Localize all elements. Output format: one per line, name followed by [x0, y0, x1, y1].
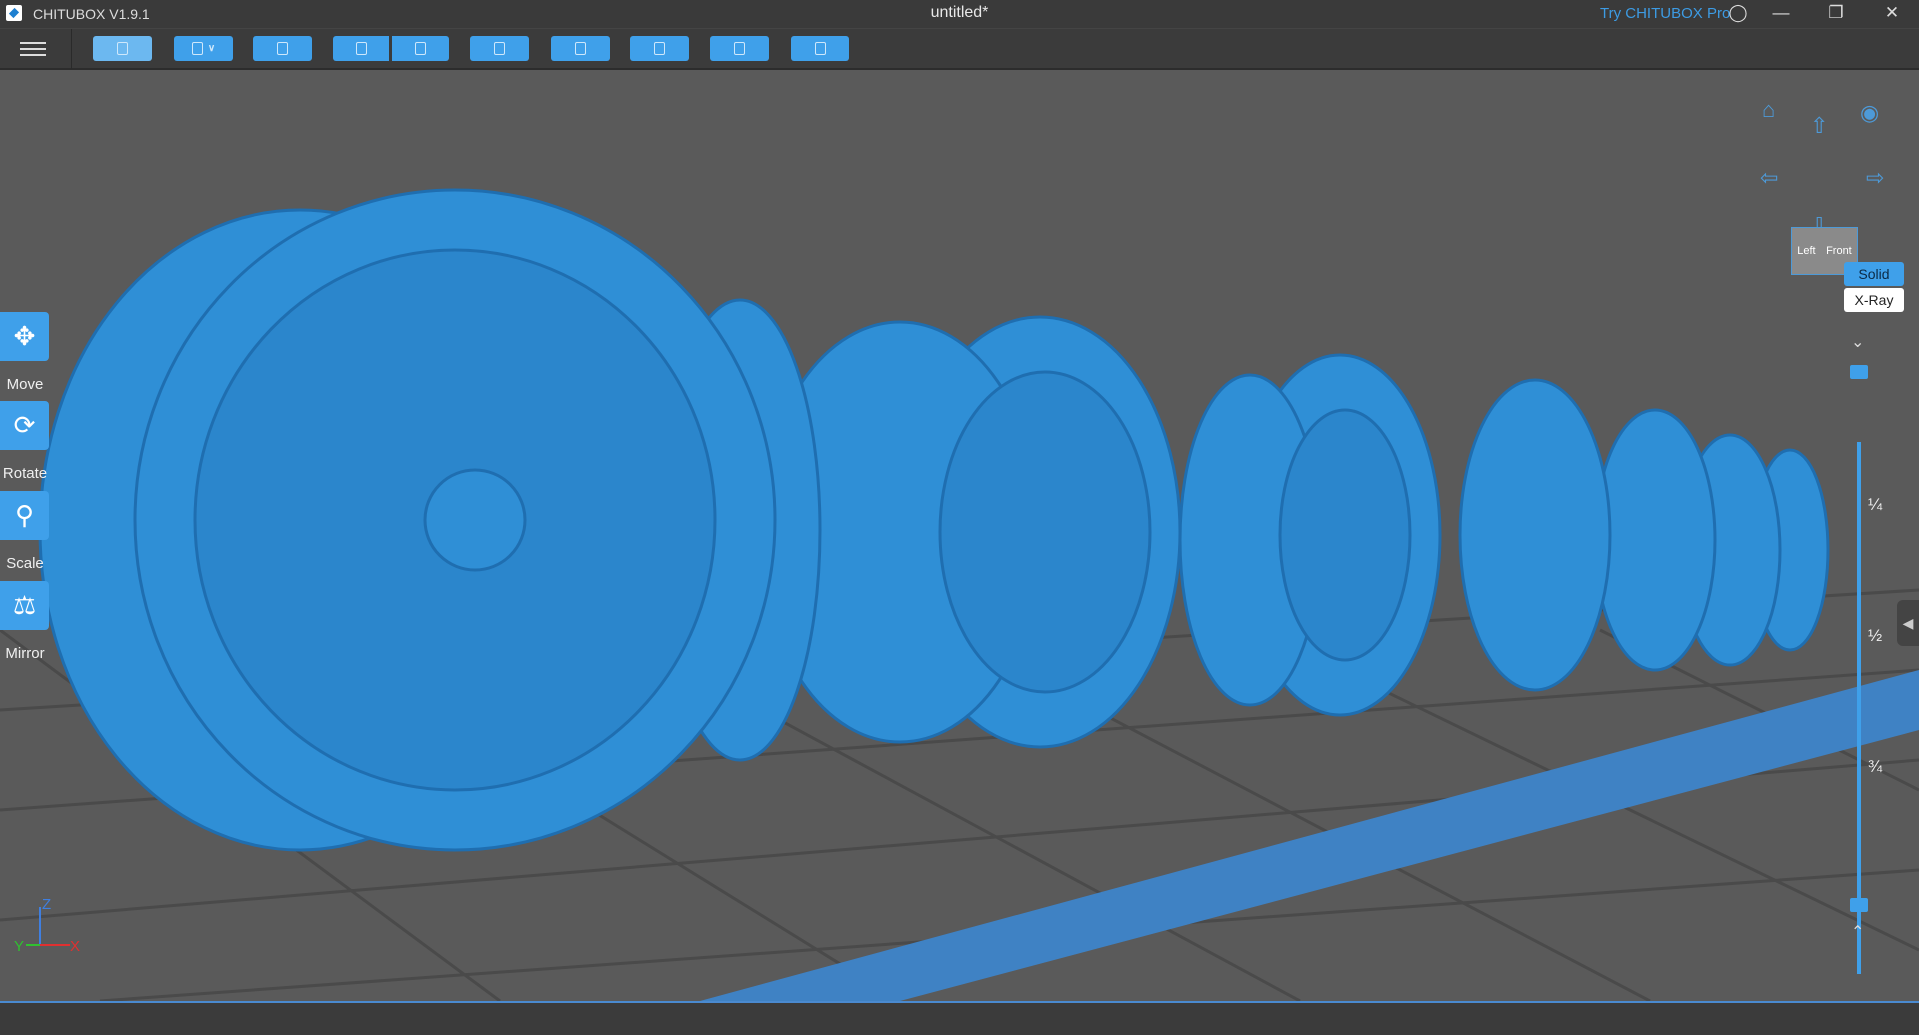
right-view-arrow-icon[interactable]: ⇨: [1866, 165, 1884, 191]
view-cube-front: Front: [1826, 245, 1852, 257]
toolbar: ∨: [0, 28, 1919, 70]
app-logo-icon: [6, 5, 22, 21]
wheel-models: [38, 188, 1830, 852]
top-view-arrow-icon[interactable]: ⇧: [1810, 113, 1828, 139]
side-panel-toggle[interactable]: ◀: [1897, 600, 1919, 646]
scale-icon: ⚲: [0, 491, 49, 540]
slider-mark-three-quarter: ¾: [1868, 757, 1883, 776]
redo-button[interactable]: [392, 36, 449, 61]
status-bar: [0, 1001, 1919, 1035]
eye-icon[interactable]: ◉: [1860, 100, 1879, 126]
layer-slider-bottom-handle[interactable]: [1850, 898, 1868, 912]
user-icon[interactable]: ◯: [1718, 0, 1758, 28]
slice-button[interactable]: [710, 36, 769, 61]
home-view-icon[interactable]: ⌂: [1762, 97, 1775, 123]
view-cube-left: Left: [1797, 245, 1816, 257]
rotate-icon: ⟳: [0, 401, 49, 450]
left-view-arrow-icon[interactable]: ⇦: [1760, 165, 1778, 191]
hollow-button[interactable]: [551, 36, 610, 61]
minimize-button[interactable]: —: [1761, 0, 1801, 28]
move-tool[interactable]: ✥ Move: [0, 312, 50, 393]
mirror-label: Mirror: [5, 645, 45, 662]
layer-slider-track[interactable]: [1857, 442, 1861, 974]
slider-mark-half: ½: [1868, 626, 1883, 645]
export-button[interactable]: [791, 36, 849, 61]
axis-y-label: Y: [14, 938, 24, 955]
mirror-icon: ⚖: [0, 581, 49, 630]
axis-z-label: Z: [42, 896, 51, 913]
scale-tool[interactable]: ⚲ Scale: [0, 491, 50, 572]
scene: [0, 188, 1919, 1001]
solid-mode-button[interactable]: Solid: [1844, 262, 1904, 286]
axis-indicator: Z Y X: [14, 896, 80, 955]
open-file-button[interactable]: [93, 36, 152, 61]
rotate-label: Rotate: [2, 465, 48, 482]
slider-down-chevron-icon[interactable]: ⌄: [1851, 332, 1864, 352]
3d-viewport[interactable]: ✥ Move ⟳ Rotate ⚲ Scale ⚖ Mirror ⌂ ⇧ ◉ ⇦ ⇨ ⇩…: [0, 70, 1919, 1001]
move-icon: ✥: [0, 312, 49, 361]
title-bar: CHITUBOX V1.9.1 untitled* Try CHITUBOX P…: [0, 0, 1919, 28]
close-button[interactable]: ✕: [1872, 0, 1912, 28]
xray-mode-button[interactable]: X-Ray: [1844, 288, 1904, 312]
try-pro-link[interactable]: Try CHITUBOX Pro: [1600, 5, 1730, 22]
restore-button[interactable]: ❐: [1816, 0, 1856, 28]
undo-button[interactable]: [333, 36, 389, 61]
save-button[interactable]: ∨: [174, 36, 233, 61]
scale-label: Scale: [6, 555, 44, 572]
slider-up-chevron-icon[interactable]: ⌃: [1851, 922, 1864, 942]
move-label: Move: [6, 376, 44, 393]
rotate-tool[interactable]: ⟳ Rotate: [0, 401, 50, 482]
menu-icon[interactable]: [20, 38, 46, 60]
settings-button[interactable]: [470, 36, 529, 61]
axis-x-label: X: [70, 938, 80, 955]
auto-layout-button[interactable]: [253, 36, 312, 61]
support-button[interactable]: [630, 36, 689, 61]
layer-slider-top-handle[interactable]: [1850, 365, 1868, 379]
app-name: CHITUBOX V1.9.1: [33, 6, 150, 22]
mirror-tool[interactable]: ⚖ Mirror: [0, 581, 50, 662]
slider-mark-quarter: ¼: [1868, 495, 1883, 514]
toolbar-divider: [71, 29, 72, 69]
